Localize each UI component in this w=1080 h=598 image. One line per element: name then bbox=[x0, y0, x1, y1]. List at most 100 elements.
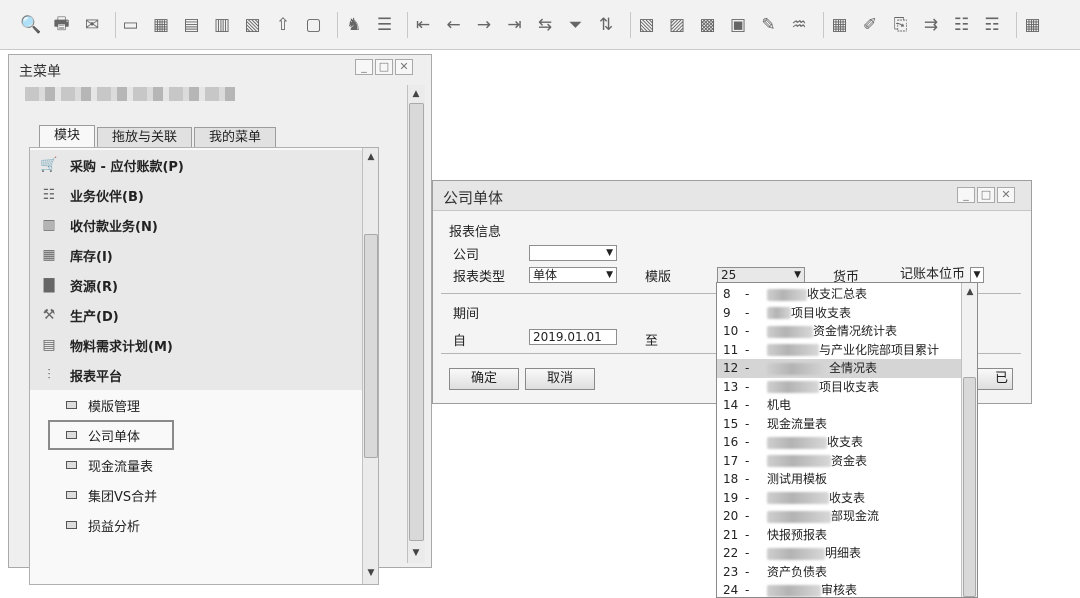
dropdown-option[interactable]: 20- 部现金流 bbox=[717, 507, 961, 526]
layout-designer-icon[interactable]: ▩ bbox=[697, 14, 719, 36]
mrp-icon: ▤ bbox=[42, 337, 56, 353]
close-icon[interactable]: ✕ bbox=[395, 59, 413, 75]
module-banking[interactable]: ▥ 收付款业务(N) bbox=[30, 210, 378, 240]
currency-select[interactable]: 记账本位币 ▼ bbox=[897, 267, 987, 283]
scroll-thumb[interactable] bbox=[409, 103, 424, 541]
find-icon[interactable]: ♞ bbox=[343, 14, 365, 36]
menu-item-company-single[interactable]: 公司单体 bbox=[48, 420, 174, 450]
dropdown-option[interactable]: 18- 测试用模板 bbox=[717, 470, 961, 489]
module-inventory[interactable]: ▦ 库存(I) bbox=[30, 240, 378, 270]
email-icon[interactable]: ✉ bbox=[81, 14, 103, 36]
minimize-icon[interactable]: _ bbox=[355, 59, 373, 75]
copy-icon[interactable]: ⎘ bbox=[890, 14, 912, 36]
previous-record-icon[interactable]: ← bbox=[443, 14, 465, 36]
option-separator: - bbox=[745, 342, 750, 357]
option-label: 审核表 bbox=[767, 581, 857, 597]
from-label: 自 bbox=[453, 334, 467, 349]
transaction-journal-icon[interactable]: ▦ bbox=[829, 14, 851, 36]
dropdown-option[interactable]: 17- 资金表 bbox=[717, 452, 961, 471]
dropdown-option[interactable]: 10- 资金情况统计表 bbox=[717, 322, 961, 341]
edit-icon[interactable]: ✐ bbox=[859, 14, 881, 36]
from-date-input[interactable]: 2019.01.01 bbox=[529, 329, 617, 345]
first-record-icon[interactable]: ⇤ bbox=[412, 14, 434, 36]
minimize-icon[interactable]: _ bbox=[957, 187, 975, 203]
dropdown-option[interactable]: 12- 全情况表 bbox=[717, 359, 961, 378]
sms-icon[interactable]: ▭ bbox=[120, 14, 142, 36]
dropdown-option[interactable]: 19- 收支表 bbox=[717, 489, 961, 508]
scroll-thumb[interactable] bbox=[963, 377, 976, 597]
messages-icon[interactable]: ☶ bbox=[981, 14, 1003, 36]
dropdown-option[interactable]: 9- 项目收支表 bbox=[717, 304, 961, 323]
company-select[interactable]: ▼ bbox=[529, 245, 617, 261]
dropdown-option[interactable]: 22- 明细表 bbox=[717, 544, 961, 563]
tab-modules[interactable]: 模块 bbox=[39, 125, 96, 147]
maximize-icon[interactable]: □ bbox=[977, 187, 995, 203]
dialog-titlebar: 公司单体 _ □ ✕ bbox=[433, 181, 1031, 211]
module-list-scrollbar[interactable]: ▲ ▼ bbox=[362, 148, 378, 584]
add-icon[interactable]: ☰ bbox=[374, 14, 396, 36]
preview-icon[interactable]: 🔍 bbox=[20, 14, 42, 36]
gross-profit-icon[interactable]: ▣ bbox=[727, 14, 749, 36]
export-pdf-icon[interactable]: ▧ bbox=[242, 14, 264, 36]
scroll-up-icon[interactable]: ▲ bbox=[962, 285, 977, 299]
filter-icon[interactable]: ⏷ bbox=[565, 14, 587, 36]
dropdown-option[interactable]: 11- 与产业化院部项目累计 bbox=[717, 341, 961, 360]
launch-icon[interactable]: ⇧ bbox=[272, 14, 294, 36]
sort-icon[interactable]: ⇅ bbox=[595, 14, 617, 36]
print-icon[interactable]: 🖶 bbox=[51, 14, 73, 36]
calendar-icon[interactable]: ▦ bbox=[1022, 14, 1044, 36]
module-business-partners[interactable]: ☷ 业务伙伴(B) bbox=[30, 180, 378, 210]
tab-my-menu[interactable]: 我的菜单 bbox=[194, 127, 277, 147]
target-document-icon[interactable]: ▨ bbox=[666, 14, 688, 36]
module-mrp[interactable]: ▤ 物料需求计划(M) bbox=[30, 330, 378, 360]
redacted-text bbox=[767, 584, 821, 597]
last-record-icon[interactable]: ⇥ bbox=[504, 14, 526, 36]
export-word-icon[interactable]: ▥ bbox=[211, 14, 233, 36]
resources-icon: ▇ bbox=[43, 277, 55, 293]
option-separator: - bbox=[745, 453, 750, 468]
export-excel-icon[interactable]: ▤ bbox=[181, 14, 203, 36]
menu-item-cash-flow[interactable]: 现金流量表 bbox=[48, 450, 368, 480]
scroll-down-icon[interactable]: ▼ bbox=[408, 546, 424, 560]
dropdown-option[interactable]: 16- 收支表 bbox=[717, 433, 961, 452]
dropdown-scrollbar[interactable]: ▲ bbox=[961, 283, 977, 597]
scroll-up-icon[interactable]: ▲ bbox=[408, 87, 424, 101]
tab-drag-relate[interactable]: 拖放与关联 bbox=[97, 127, 193, 147]
module-production[interactable]: ⚒ 生产(D) bbox=[30, 300, 378, 330]
settings-icon[interactable]: ♒ bbox=[788, 14, 810, 36]
menu-item-profit-loss[interactable]: 损益分析 bbox=[48, 510, 368, 540]
toolbar-separator bbox=[629, 12, 631, 38]
main-menu-scrollbar[interactable]: ▲ ▼ bbox=[407, 85, 425, 563]
message-icon[interactable]: ☷ bbox=[951, 14, 973, 36]
payment-means-icon[interactable]: ✎ bbox=[758, 14, 780, 36]
menu-item-template-management[interactable]: 模版管理 bbox=[48, 390, 368, 420]
close-icon[interactable]: ✕ bbox=[997, 187, 1015, 203]
option-text: 与产业化院部项目累计 bbox=[819, 342, 940, 357]
lock-screen-icon[interactable]: ▢ bbox=[303, 14, 325, 36]
approve-icon[interactable]: ⇉ bbox=[920, 14, 942, 36]
refresh-icon[interactable]: ⇆ bbox=[534, 14, 556, 36]
dropdown-option[interactable]: 8- 收支汇总表 bbox=[717, 285, 961, 304]
module-report-platform[interactable]: ⫶ 报表平台 bbox=[30, 360, 378, 390]
maximize-icon[interactable]: □ bbox=[375, 59, 393, 75]
dropdown-option[interactable]: 13- 项目收支表 bbox=[717, 378, 961, 397]
scroll-up-icon[interactable]: ▲ bbox=[363, 150, 378, 164]
dropdown-option[interactable]: 21- 快报预报表 bbox=[717, 526, 961, 545]
dropdown-option[interactable]: 14- 机电 bbox=[717, 396, 961, 415]
report-type-select[interactable]: 单体 ▼ bbox=[529, 267, 617, 283]
cancel-button[interactable]: 取消 bbox=[525, 368, 595, 390]
base-document-icon[interactable]: ▧ bbox=[636, 14, 658, 36]
next-record-icon[interactable]: → bbox=[473, 14, 495, 36]
scroll-thumb[interactable] bbox=[364, 234, 378, 458]
dropdown-option[interactable]: 23- 资产负债表 bbox=[717, 563, 961, 582]
option-number: 13 bbox=[723, 379, 739, 394]
template-select[interactable]: 25 ▼ bbox=[717, 267, 805, 283]
menu-item-group-consolidation[interactable]: 集团VS合并 bbox=[48, 480, 368, 510]
module-purchasing[interactable]: 🛒 采购 - 应付账款(P) bbox=[30, 150, 378, 180]
dropdown-option[interactable]: 24- 审核表 bbox=[717, 581, 961, 597]
dropdown-option[interactable]: 15- 现金流量表 bbox=[717, 415, 961, 434]
ok-button[interactable]: 确定 bbox=[449, 368, 519, 390]
scroll-down-icon[interactable]: ▼ bbox=[363, 566, 378, 580]
fax-icon[interactable]: ▦ bbox=[150, 14, 172, 36]
module-resources[interactable]: ▇ 资源(R) bbox=[30, 270, 378, 300]
